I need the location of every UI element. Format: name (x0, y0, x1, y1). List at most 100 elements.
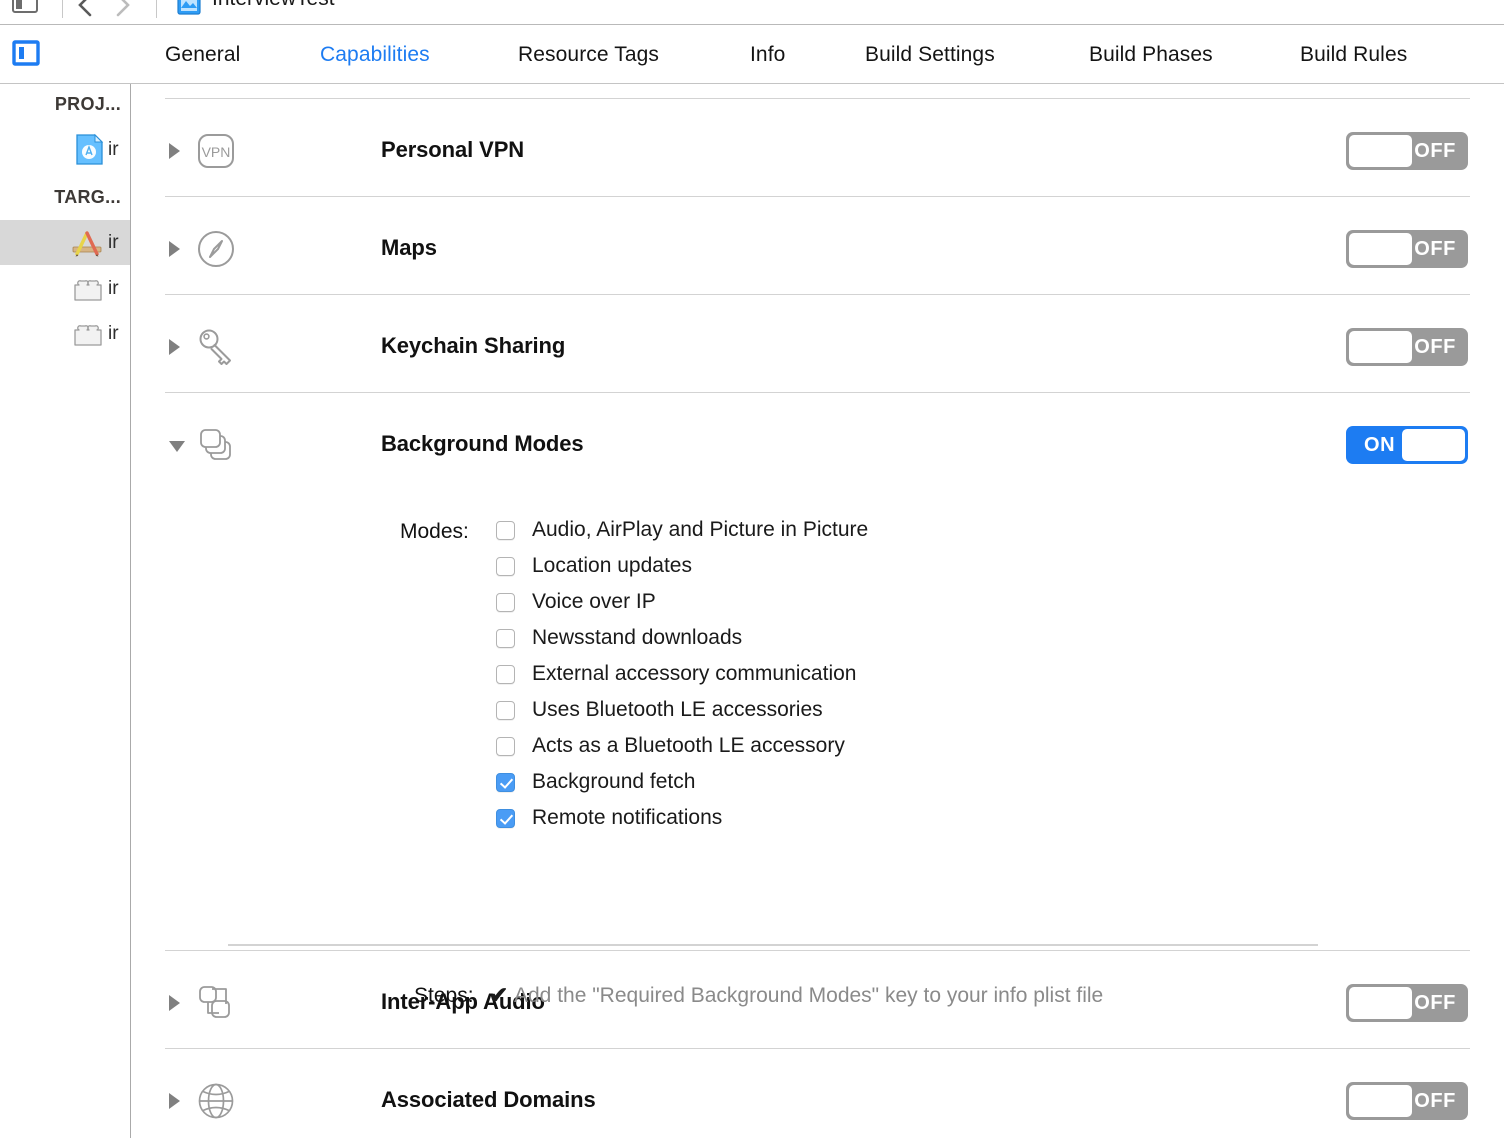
editor-tab-bar: General Capabilities Resource Tags Info Buil… (0, 25, 1504, 83)
capability-row-separator (165, 950, 1470, 951)
checkbox-unchecked-icon[interactable] (496, 664, 515, 684)
capability-toggle-maps[interactable]: OFF (1346, 230, 1468, 268)
capability-toggle-inter-app-audio[interactable]: OFF (1346, 984, 1468, 1022)
step-description: Add the "Required Background Modes" key … (514, 984, 1104, 1007)
globe-icon (195, 1080, 237, 1122)
tab-info[interactable]: Info (750, 43, 785, 67)
bundle-icon (73, 276, 103, 302)
tab-capabilities[interactable]: Capabilities (320, 43, 430, 67)
mode-label: Voice over IP (532, 590, 656, 613)
modes-label: Modes: (400, 520, 469, 543)
mode-checkbox-row[interactable]: External accessory communication (496, 656, 868, 692)
toggle-knob (1349, 331, 1412, 363)
capability-toggle-associated-domains[interactable]: OFF (1346, 1082, 1468, 1120)
mode-checkbox-row[interactable]: Uses Bluetooth LE accessories (496, 692, 868, 728)
capability-row-keychain-sharing: Keychain Sharing OFF (131, 298, 1504, 396)
sidebar-item-bundle-2[interactable]: ir (0, 266, 130, 311)
checkbox-unchecked-icon[interactable] (496, 736, 515, 756)
toolbar-separator-2 (156, 0, 157, 18)
mode-label: Uses Bluetooth LE accessories (532, 698, 823, 721)
disclosure-triangle-right-icon[interactable] (169, 339, 180, 355)
disclosure-triangle-right-icon[interactable] (169, 143, 180, 159)
sidebar-item-bundle-3[interactable]: ir (0, 311, 130, 356)
capability-toggle-background-modes[interactable]: ON (1346, 426, 1468, 464)
toolbar-separator-1 (62, 0, 63, 18)
sidebar-item-label: ir (108, 322, 119, 344)
project-document-icon[interactable] (176, 0, 202, 16)
show-navigator-icon[interactable] (12, 0, 40, 14)
checkbox-unchecked-icon[interactable] (496, 700, 515, 720)
capability-toggle-keychain-sharing[interactable]: OFF (1346, 328, 1468, 366)
background-modes-list: Audio, AirPlay and Picture in Picture Loc… (496, 512, 868, 836)
chevron-right-icon[interactable] (112, 0, 134, 18)
mode-label: Acts as a Bluetooth LE accessory (532, 734, 845, 757)
disclosure-triangle-right-icon[interactable] (169, 241, 180, 257)
capability-toggle-personal-vpn[interactable]: OFF (1346, 132, 1468, 170)
mode-checkbox-row[interactable]: Audio, AirPlay and Picture in Picture (496, 512, 868, 548)
disclosure-triangle-down-icon[interactable] (169, 441, 185, 452)
sidebar-item-label: ir (108, 231, 119, 253)
toggle-state-label: ON (1364, 433, 1396, 456)
checkbox-unchecked-icon[interactable] (496, 556, 515, 576)
checkbox-unchecked-icon[interactable] (496, 628, 515, 648)
inter-app-audio-icon (195, 982, 237, 1024)
tab-resource-tags[interactable]: Resource Tags (518, 43, 659, 67)
capability-row-background-modes: Background Modes ON (131, 396, 1504, 494)
tab-build-rules[interactable]: Build Rules (1300, 43, 1407, 67)
capability-row-associated-domains: Associated Domains OFF (131, 1052, 1504, 1138)
checkbox-checked-icon[interactable] (496, 772, 515, 792)
mode-label: Newsstand downloads (532, 626, 743, 649)
mode-checkbox-row[interactable]: Background fetch (496, 764, 868, 800)
checkbox-checked-icon[interactable] (496, 808, 515, 828)
app-store-document-icon (76, 133, 104, 165)
window-title: InterviewTest (212, 0, 335, 11)
capability-title: Maps (381, 235, 437, 260)
sidebar-item-target-1[interactable]: ir (0, 220, 130, 265)
mode-checkbox-row[interactable]: Voice over IP (496, 584, 868, 620)
mode-label: Audio, AirPlay and Picture in Picture (532, 518, 869, 541)
xcode-project-editor: InterviewTest General Capabilities Resourc… (0, 0, 1504, 1138)
left-panel-toggle-icon[interactable] (12, 39, 40, 67)
capability-row-separator (165, 98, 1470, 99)
sidebar-item-project-0[interactable]: ir (0, 127, 130, 172)
toggle-knob (1349, 1085, 1412, 1117)
disclosure-triangle-right-icon[interactable] (169, 1093, 180, 1109)
sidebar-section-header: TARG... (54, 187, 121, 207)
toggle-state-label: OFF (1414, 1089, 1456, 1112)
toggle-state-label: OFF (1414, 139, 1456, 162)
tab-build-settings[interactable]: Build Settings (865, 43, 995, 67)
tab-build-phases[interactable]: Build Phases (1089, 43, 1213, 67)
capability-title: Background Modes (381, 431, 584, 456)
toggle-knob (1349, 987, 1412, 1019)
checkbox-unchecked-icon[interactable] (496, 520, 515, 540)
stacked-cards-icon (195, 424, 237, 466)
checkbox-unchecked-icon[interactable] (496, 592, 515, 612)
bundle-icon (73, 321, 103, 347)
mode-checkbox-row[interactable]: Location updates (496, 548, 868, 584)
svg-text:VPN: VPN (202, 144, 231, 160)
mode-checkbox-row[interactable]: Acts as a Bluetooth LE accessory (496, 728, 868, 764)
toggle-knob (1349, 135, 1412, 167)
mode-label: Remote notifications (532, 806, 723, 829)
mode-label: External accessory communication (532, 662, 857, 685)
chevron-left-icon[interactable] (74, 0, 96, 18)
capability-title: Personal VPN (381, 137, 525, 162)
key-icon (195, 326, 237, 368)
capability-title: Keychain Sharing (381, 333, 566, 358)
project-navigator-sidebar: PROJ... TARG... ir ir ir ir (0, 84, 130, 1138)
sidebar-section-header: PROJ... (54, 94, 121, 114)
capability-row-maps: Maps OFF (131, 200, 1504, 298)
steps-label: Steps: (414, 984, 474, 1007)
sidebar-item-label: ir (108, 138, 119, 160)
mode-label: Background fetch (532, 770, 696, 793)
tab-general[interactable]: General (165, 43, 240, 67)
xcode-target-icon (71, 229, 103, 257)
capability-row-personal-vpn: VPN Personal VPN OFF (131, 102, 1504, 200)
toggle-knob (1402, 429, 1465, 461)
capability-title: Associated Domains (381, 1087, 596, 1112)
window-toolbar: InterviewTest (0, 0, 1504, 24)
disclosure-triangle-right-icon[interactable] (169, 995, 180, 1011)
detail-separator (228, 944, 1318, 946)
mode-checkbox-row[interactable]: Newsstand downloads (496, 620, 868, 656)
mode-checkbox-row[interactable]: Remote notifications (496, 800, 868, 836)
